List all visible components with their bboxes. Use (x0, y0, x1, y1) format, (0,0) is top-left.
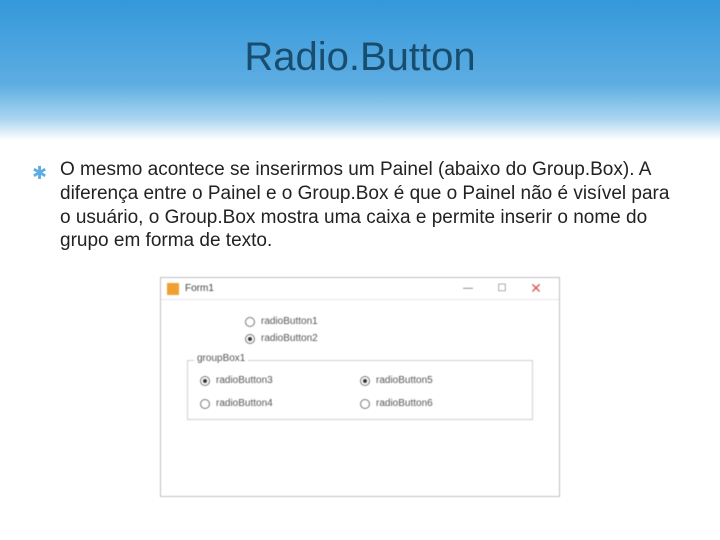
radio-row: radioButton5 (360, 375, 520, 386)
radio-icon[interactable] (360, 399, 370, 409)
radio-label: radioButton3 (216, 375, 273, 386)
form-client-area: radioButton1 radioButton2 groupBox1 radi… (161, 300, 559, 430)
close-button[interactable]: ✕ (519, 278, 553, 300)
radio-label: radioButton4 (216, 398, 273, 409)
maximize-button[interactable]: ☐ (485, 278, 519, 300)
bullet-star-icon: ✱ (32, 162, 47, 185)
groupbox-grid: radioButton3 radioButton5 radioButton4 r… (200, 375, 520, 409)
window-title: Form1 (185, 283, 451, 294)
groupbox: groupBox1 radioButton3 radioButton5 radi… (187, 360, 533, 420)
radio-label: radioButton1 (261, 316, 318, 327)
form-screenshot: Form1 — ☐ ✕ radioButton1 radioButton2 gr… (160, 277, 560, 497)
radio-icon[interactable] (245, 317, 255, 327)
radio-row: radioButton6 (360, 398, 520, 409)
radio-row: radioButton3 (200, 375, 360, 386)
radio-row: radioButton2 (187, 333, 533, 344)
radio-icon[interactable] (200, 376, 210, 386)
app-icon (167, 283, 179, 295)
bullet-text: O mesmo acontece se inserirmos um Painel… (60, 159, 669, 251)
titlebar: Form1 — ☐ ✕ (161, 278, 559, 300)
radio-label: radioButton2 (261, 333, 318, 344)
minimize-button[interactable]: — (451, 278, 485, 300)
slide-header: Radio.Button (0, 0, 720, 140)
radio-label: radioButton6 (376, 398, 433, 409)
radio-label: radioButton5 (376, 375, 433, 386)
radio-row: radioButton4 (200, 398, 360, 409)
radio-icon[interactable] (245, 334, 255, 344)
radio-icon[interactable] (360, 376, 370, 386)
slide-body: ✱ O mesmo acontece se inserirmos um Pain… (0, 140, 720, 263)
slide-title: Radio.Button (0, 35, 720, 80)
radio-row: radioButton1 (187, 316, 533, 327)
radio-icon[interactable] (200, 399, 210, 409)
groupbox-label: groupBox1 (194, 353, 248, 364)
